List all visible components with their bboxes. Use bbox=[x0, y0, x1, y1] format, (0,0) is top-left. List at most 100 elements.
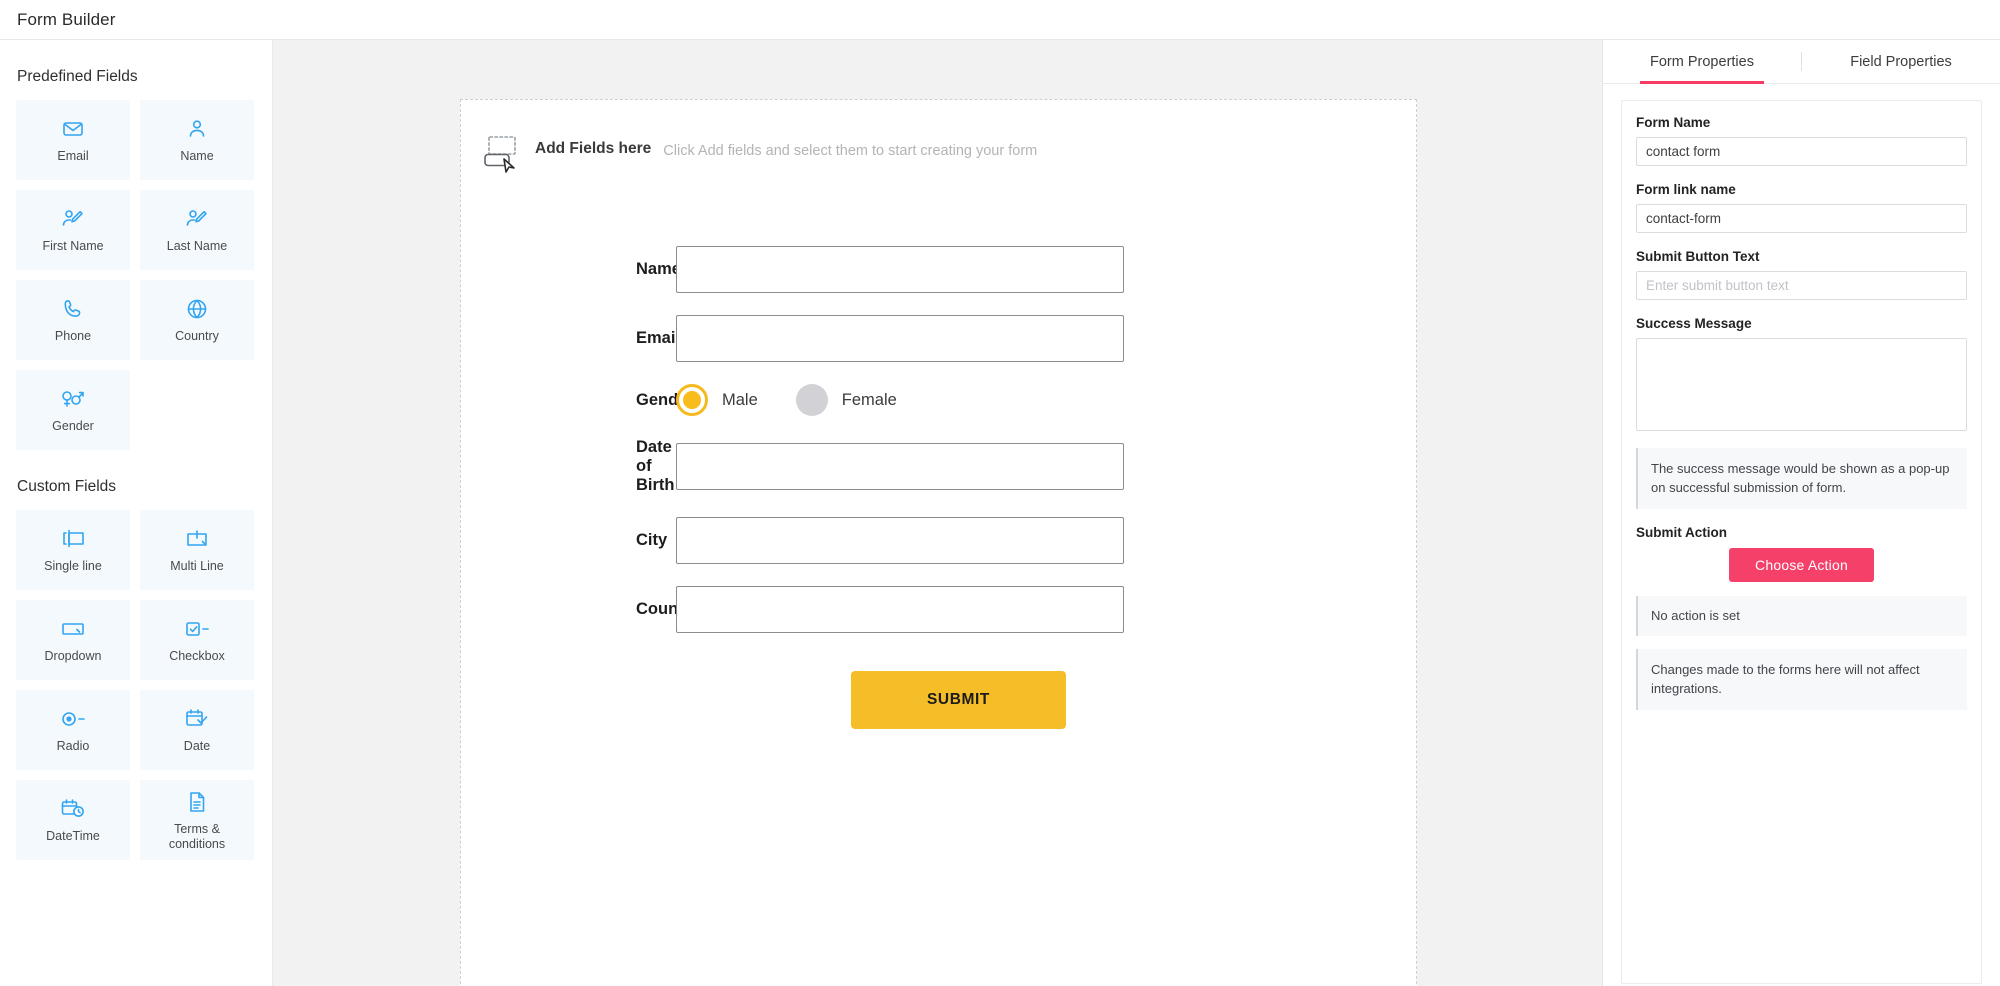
palette-tile-label: Dropdown bbox=[44, 649, 102, 663]
dropdown-icon bbox=[60, 616, 86, 642]
country-input[interactable] bbox=[676, 586, 1124, 633]
dropzone-header[interactable]: Add Fields here Click Add fields and sel… bbox=[461, 100, 1416, 174]
custom-fields-grid: Single line Multi Line Dropdown Checkbox… bbox=[16, 510, 256, 860]
success-message-info-box: The success message would be shown as a … bbox=[1636, 448, 1967, 509]
gender-radio-group: Male Female bbox=[676, 384, 1416, 416]
page-title: Form Builder bbox=[17, 9, 116, 29]
field-control bbox=[676, 246, 1416, 293]
info-text: The success message would be shown as a … bbox=[1651, 461, 1950, 495]
radio-selected-icon[interactable] bbox=[676, 384, 708, 416]
submit-button-text-label: Submit Button Text bbox=[1636, 249, 1760, 264]
form-field-row-country: Country bbox=[461, 586, 1416, 633]
field-label: Gender bbox=[636, 390, 694, 409]
field-label: Date of Birth bbox=[636, 438, 675, 494]
field-control bbox=[676, 586, 1416, 633]
form-field-row-city: City bbox=[461, 517, 1416, 564]
submit-row: SUBMIT bbox=[461, 671, 1416, 729]
form-field-row-name: Name bbox=[461, 246, 1416, 293]
field-label: Email bbox=[636, 329, 681, 347]
city-input[interactable] bbox=[676, 517, 1124, 564]
palette-tile-dropdown[interactable]: Dropdown bbox=[16, 600, 130, 680]
info-text: No action is set bbox=[1651, 608, 1740, 623]
form-link-name-label: Form link name bbox=[1636, 182, 1736, 197]
document-icon bbox=[186, 789, 208, 815]
palette-tile-datetime[interactable]: DateTime bbox=[16, 780, 130, 860]
palette-tile-label: Country bbox=[175, 329, 219, 343]
choose-action-button[interactable]: Choose Action bbox=[1729, 548, 1874, 582]
palette-tile-terms-and-conditions[interactable]: Terms & conditions bbox=[140, 780, 254, 860]
predefined-fields-heading: Predefined Fields bbox=[17, 68, 138, 85]
person-edit-icon bbox=[60, 206, 86, 232]
palette-tile-label: Single line bbox=[44, 559, 102, 573]
palette-tile-date[interactable]: Date bbox=[140, 690, 254, 770]
form-canvas-area: Add Fields here Click Add fields and sel… bbox=[273, 40, 1602, 986]
palette-tile-label: DateTime bbox=[46, 829, 100, 843]
properties-tabs: Form Properties Field Properties bbox=[1603, 40, 2000, 84]
palette-tile-email[interactable]: Email bbox=[16, 100, 130, 180]
radio-option-label: Female bbox=[841, 390, 897, 409]
tab-form-properties[interactable]: Form Properties bbox=[1603, 40, 1801, 83]
success-message-textarea[interactable] bbox=[1636, 338, 1967, 431]
drag-drop-cursor-icon bbox=[483, 134, 525, 174]
multi-line-icon bbox=[184, 526, 210, 552]
field-control bbox=[676, 517, 1416, 564]
tab-label: Field Properties bbox=[1850, 53, 1952, 70]
palette-tile-label: Phone bbox=[54, 329, 92, 343]
palette-tile-label: First Name bbox=[42, 239, 104, 253]
checkbox-icon bbox=[183, 616, 211, 642]
form-link-name-input[interactable] bbox=[1636, 204, 1967, 233]
field-control: Male Female bbox=[676, 384, 1416, 416]
app-header: Form Builder bbox=[0, 0, 2000, 40]
submit-button[interactable]: SUBMIT bbox=[851, 671, 1066, 729]
form-drop-canvas[interactable]: Add Fields here Click Add fields and sel… bbox=[460, 99, 1417, 986]
custom-fields-heading: Custom Fields bbox=[17, 478, 117, 495]
submit-action-label: Submit Action bbox=[1636, 525, 1727, 540]
field-palette-sidebar: Predefined Fields Email Name First Name … bbox=[0, 40, 273, 986]
radio-icon bbox=[59, 706, 87, 732]
palette-tile-phone[interactable]: Phone bbox=[16, 280, 130, 360]
dropzone-hint: Click Add fields and select them to star… bbox=[663, 143, 1038, 159]
palette-tile-label: Multi Line bbox=[170, 559, 224, 573]
person-edit-icon bbox=[184, 206, 210, 232]
palette-tile-single-line[interactable]: Single line bbox=[16, 510, 130, 590]
form-name-input[interactable] bbox=[1636, 137, 1967, 166]
choose-action-wrap: Choose Action bbox=[1636, 548, 1967, 582]
info-text: Changes made to the forms here will not … bbox=[1651, 662, 1920, 696]
palette-tile-label: Email bbox=[57, 149, 89, 163]
main-shell: Predefined Fields Email Name First Name … bbox=[0, 40, 2000, 986]
globe-icon bbox=[185, 296, 209, 322]
palette-tile-label: Date bbox=[183, 739, 211, 753]
form-properties-card: Form Name Form link name Submit Button T… bbox=[1621, 100, 1982, 984]
calendar-check-icon bbox=[184, 706, 210, 732]
date-of-birth-input[interactable] bbox=[676, 443, 1124, 490]
no-action-info-box: No action is set bbox=[1636, 596, 1967, 636]
tab-field-properties[interactable]: Field Properties bbox=[1802, 40, 2000, 83]
email-input[interactable] bbox=[676, 315, 1124, 362]
palette-tile-multi-line[interactable]: Multi Line bbox=[140, 510, 254, 590]
predefined-fields-grid: Email Name First Name Last Name Phone Co… bbox=[16, 100, 256, 450]
palette-tile-first-name[interactable]: First Name bbox=[16, 190, 130, 270]
palette-tile-last-name[interactable]: Last Name bbox=[140, 190, 254, 270]
palette-tile-checkbox[interactable]: Checkbox bbox=[140, 600, 254, 680]
radio-unselected-icon[interactable] bbox=[795, 384, 828, 416]
gender-option-female[interactable]: Female bbox=[795, 384, 897, 416]
form-field-row-gender: Gender Male Female bbox=[461, 384, 1416, 416]
palette-tile-label: Name bbox=[180, 149, 214, 163]
gender-icon bbox=[59, 386, 87, 412]
palette-tile-name[interactable]: Name bbox=[140, 100, 254, 180]
form-field-row-email: Email bbox=[461, 315, 1416, 362]
submit-button-text-input[interactable] bbox=[1636, 271, 1967, 300]
gender-option-male[interactable]: Male bbox=[676, 384, 758, 416]
radio-option-label: Male bbox=[722, 390, 758, 409]
form-name-label: Form Name bbox=[1636, 115, 1711, 130]
palette-tile-gender[interactable]: Gender bbox=[16, 370, 130, 450]
palette-tile-label: Terms & conditions bbox=[168, 821, 226, 851]
palette-tile-radio[interactable]: Radio bbox=[16, 690, 130, 770]
name-input[interactable] bbox=[676, 246, 1124, 293]
calendar-clock-icon bbox=[60, 796, 86, 822]
phone-icon bbox=[61, 296, 85, 322]
palette-tile-country[interactable]: Country bbox=[140, 280, 254, 360]
dropzone-title: Add Fields here bbox=[535, 140, 652, 157]
single-line-icon bbox=[60, 526, 86, 552]
field-control bbox=[676, 443, 1416, 490]
